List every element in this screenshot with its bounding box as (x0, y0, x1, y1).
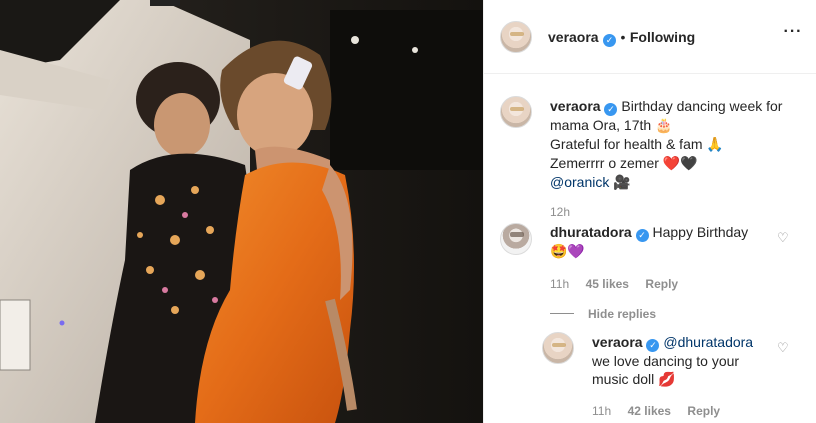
comment-likes[interactable]: 45 likes (586, 277, 629, 291)
hide-replies-toggle[interactable]: Hide replies (550, 305, 775, 323)
comment-item: dhuratadora ✓ Happy Birthday 🤩💜 11h 45 l… (550, 223, 775, 323)
reply-text-line2: music doll (592, 371, 655, 387)
caption-username[interactable]: veraora (550, 98, 601, 114)
following-button[interactable]: Following (630, 29, 695, 45)
reply-likes[interactable]: 42 likes (628, 404, 671, 418)
reply-reply-button[interactable]: Reply (687, 404, 720, 418)
post-header: veraora ✓ • Following ··· (484, 0, 816, 74)
verified-badge-icon: ✓ (603, 34, 617, 47)
comment-text: Happy Birthday (652, 224, 749, 240)
comment-avatar[interactable] (500, 223, 532, 255)
reply-mention-link[interactable]: @dhuratadora (663, 334, 753, 350)
reply-avatar[interactable] (542, 332, 574, 364)
kiss-emoji: 💋 (658, 372, 676, 388)
caption-text: veraora ✓ Birthday dancing week for mama… (550, 97, 805, 219)
praying-hands-emoji: 🙏 (706, 137, 724, 153)
author-avatar[interactable] (500, 21, 532, 53)
separator-dot: • (620, 29, 626, 45)
reply-text-line1: we love dancing to your (592, 353, 740, 369)
verified-badge-icon: ✓ (635, 229, 649, 242)
comment-username[interactable]: dhuratadora (550, 224, 632, 240)
post-video[interactable] (0, 0, 483, 423)
verified-badge-icon: ✓ (646, 339, 660, 352)
caption-mention-link[interactable]: @oranick (550, 174, 609, 190)
comment-reply-button[interactable]: Reply (645, 277, 678, 291)
reply-item: veraora ✓ @dhuratadora we love dancing t… (592, 333, 777, 420)
comments-list: veraora ✓ Birthday dancing week for mama… (484, 75, 816, 423)
comment-time[interactable]: 11h (550, 277, 569, 291)
caption-line3: Zemerrrr o zemer (550, 155, 659, 171)
post-sidebar: veraora ✓ • Following ··· veraora ✓ Birt… (483, 0, 816, 423)
author-username[interactable]: veraora (548, 29, 599, 45)
hide-replies-line (550, 313, 574, 315)
hide-replies-label[interactable]: Hide replies (588, 307, 656, 321)
caption-avatar[interactable] (500, 96, 532, 128)
verified-badge-icon: ✓ (604, 103, 618, 116)
caption-time[interactable]: 12h (550, 205, 805, 219)
camera-emoji: 🎥 (613, 175, 631, 191)
comment-emoji: 🤩💜 (550, 244, 585, 260)
cake-emoji: 🎂 (655, 118, 673, 134)
hearts-emoji: ❤️🖤 (662, 156, 698, 172)
like-comment-heart-icon[interactable]: ♡ (777, 231, 789, 244)
like-reply-heart-icon[interactable]: ♡ (777, 341, 789, 354)
reply-time[interactable]: 11h (592, 404, 611, 418)
video-frame-illustration (0, 0, 483, 423)
reply-username[interactable]: veraora (592, 334, 643, 350)
caption-line2: Grateful for health & fam (550, 136, 703, 152)
more-options-icon[interactable]: ··· (783, 24, 803, 45)
